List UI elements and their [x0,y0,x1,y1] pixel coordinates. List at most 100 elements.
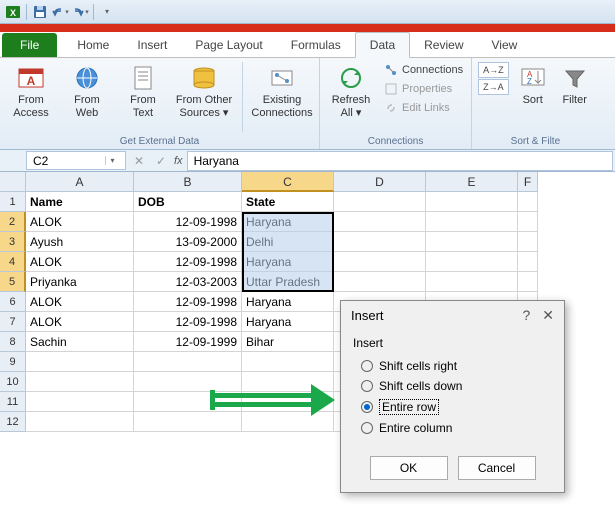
cancel-formula-icon[interactable]: ✕ [130,154,148,168]
cancel-button[interactable]: Cancel [458,456,536,480]
column-header[interactable]: B [134,172,242,192]
save-icon[interactable] [31,3,49,21]
cell[interactable]: ALOK [26,212,134,232]
sort-button[interactable]: AZSort [515,62,551,107]
cell[interactable] [518,192,538,212]
cell[interactable] [426,212,518,232]
cell[interactable] [518,232,538,252]
cell[interactable]: 12-09-1998 [134,252,242,272]
cell[interactable] [334,272,426,292]
tab-page-layout[interactable]: Page Layout [181,33,276,57]
row-header[interactable]: 10 [0,372,26,392]
close-icon[interactable]: ✕ [542,307,554,324]
row-header[interactable]: 2 [0,212,26,232]
cell[interactable] [518,252,538,272]
tab-insert[interactable]: Insert [123,33,181,57]
row-header[interactable]: 3 [0,232,26,252]
sort-az-button[interactable]: A→Z [478,62,509,78]
excel-icon[interactable]: X [4,3,22,21]
fx-icon[interactable]: fx [174,155,183,167]
radio-option[interactable]: Shift cells down [353,376,552,396]
cell[interactable] [26,372,134,392]
filter-button[interactable]: Filter [557,62,593,107]
cell[interactable] [334,212,426,232]
cell[interactable] [334,192,426,212]
cell[interactable]: Sachin [26,332,134,352]
row-header[interactable]: 6 [0,292,26,312]
column-header[interactable]: E [426,172,518,192]
help-icon[interactable]: ? [522,307,530,324]
tab-data[interactable]: Data [355,32,410,58]
cell[interactable]: Priyanka [26,272,134,292]
cell[interactable] [426,192,518,212]
cell[interactable]: 12-09-1999 [134,332,242,352]
cell[interactable] [426,252,518,272]
row-header[interactable]: 8 [0,332,26,352]
column-header[interactable]: C [242,172,334,192]
cell[interactable]: 12-09-1998 [134,292,242,312]
cell[interactable]: ALOK [26,252,134,272]
row-header[interactable]: 11 [0,392,26,412]
row-header[interactable]: 7 [0,312,26,332]
from-other-sources-button[interactable]: From Other Sources ▾ [174,62,234,120]
tab-formulas[interactable]: Formulas [277,33,355,57]
select-all-corner[interactable] [0,172,26,192]
cell[interactable]: Haryana [242,252,334,272]
cell[interactable] [426,272,518,292]
cell[interactable]: Haryana [242,312,334,332]
row-header[interactable]: 1 [0,192,26,212]
row-header[interactable]: 4 [0,252,26,272]
cell[interactable]: Bihar [242,332,334,352]
cell[interactable] [334,232,426,252]
column-header[interactable]: D [334,172,426,192]
cell[interactable] [242,352,334,372]
cell[interactable]: Name [26,192,134,212]
redo-icon[interactable]: ▾ [71,3,89,21]
cell[interactable] [26,412,134,432]
properties-button[interactable]: Properties [382,81,465,97]
chevron-down-icon[interactable]: ▾ [105,156,119,165]
cell[interactable]: Haryana [242,212,334,232]
cell[interactable]: Ayush [26,232,134,252]
tab-file[interactable]: File [2,33,57,57]
row-header[interactable]: 12 [0,412,26,432]
cell[interactable] [134,352,242,372]
cell[interactable]: ALOK [26,312,134,332]
ok-button[interactable]: OK [370,456,448,480]
cell[interactable]: 12-09-1998 [134,212,242,232]
column-header[interactable]: A [26,172,134,192]
tab-home[interactable]: Home [63,33,123,57]
cell[interactable] [26,392,134,412]
cell[interactable] [518,212,538,232]
tab-view[interactable]: View [478,33,532,57]
connections-button[interactable]: Connections [382,62,465,78]
from-access-button[interactable]: AFrom Access [6,62,56,120]
cell[interactable] [134,372,242,392]
formula-bar[interactable]: Haryana [187,151,613,171]
cell[interactable]: Haryana [242,292,334,312]
cell[interactable] [334,252,426,272]
cell[interactable]: 12-03-2003 [134,272,242,292]
edit-links-button[interactable]: Edit Links [382,100,465,116]
tab-review[interactable]: Review [410,33,477,57]
cell[interactable]: 12-09-1998 [134,312,242,332]
cell[interactable]: Uttar Pradesh [242,272,334,292]
cell[interactable] [26,352,134,372]
column-header[interactable]: F [518,172,538,192]
cell[interactable]: DOB [134,192,242,212]
row-header[interactable]: 5 [0,272,26,292]
undo-icon[interactable]: ▾ [51,3,69,21]
enter-formula-icon[interactable]: ✓ [152,154,170,168]
cell[interactable] [426,232,518,252]
sort-za-button[interactable]: Z→A [478,79,509,95]
qat-customize-icon[interactable]: ▾ [98,3,116,21]
cell[interactable] [518,272,538,292]
cell[interactable]: Delhi [242,232,334,252]
from-web-button[interactable]: From Web [62,62,112,120]
existing-connections-button[interactable]: Existing Connections [251,62,313,120]
cell[interactable]: 13-09-2000 [134,232,242,252]
refresh-all-button[interactable]: Refresh All ▾ [326,62,376,120]
cell[interactable]: State [242,192,334,212]
radio-option[interactable]: Shift cells right [353,356,552,376]
from-text-button[interactable]: From Text [118,62,168,120]
